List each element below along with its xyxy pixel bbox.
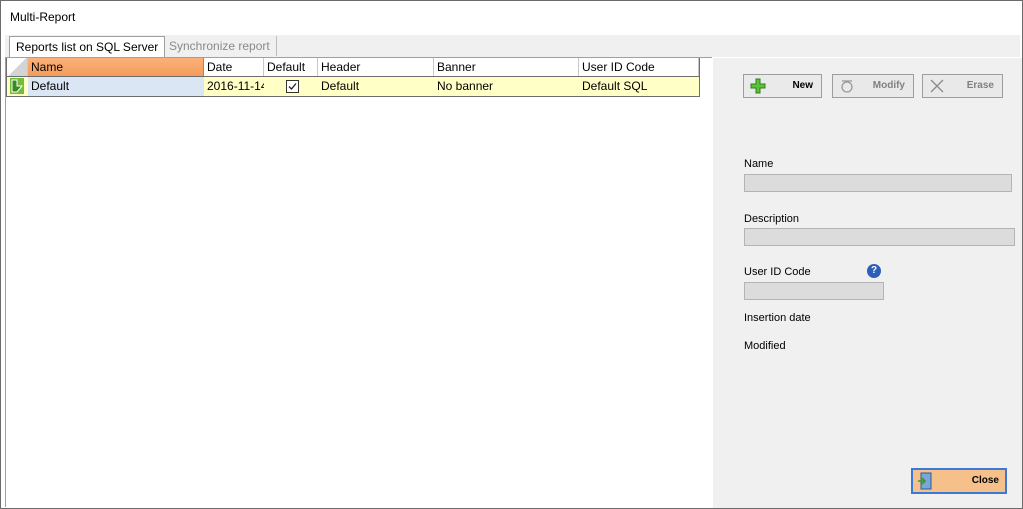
tab-strip: Reports list on SQL Server Synchronize r… — [5, 35, 1020, 58]
description-field[interactable] — [744, 228, 1015, 246]
tab-reports-list[interactable]: Reports list on SQL Server — [9, 36, 166, 58]
title-bar: Multi-Report — [1, 1, 1022, 33]
user-id-code-field[interactable] — [744, 282, 884, 300]
modify-button[interactable]: Modify — [832, 74, 914, 98]
column-header-banner[interactable]: Banner — [434, 58, 579, 76]
cell-user-id-code: Default SQL — [582, 79, 648, 93]
column-header-name[interactable]: Name — [28, 58, 204, 76]
close-icon — [929, 78, 945, 94]
cell-name: Default — [28, 77, 204, 96]
main-window: Multi-Report Reports list on SQL Server … — [0, 0, 1023, 509]
reports-grid: Name Date Default Header Banner User ID … — [6, 58, 700, 97]
cell-banner: No banner — [437, 79, 494, 93]
insertion-date-label: Insertion date — [744, 312, 811, 324]
column-header-default[interactable]: Default — [264, 58, 318, 76]
name-field[interactable] — [744, 174, 1012, 192]
cell-date: 2016-11-14 — [207, 79, 264, 93]
report-row-icon — [10, 78, 24, 94]
default-checkbox[interactable] — [286, 80, 299, 93]
erase-button[interactable]: Erase — [922, 74, 1003, 98]
close-button[interactable]: Close — [911, 468, 1007, 494]
plus-icon — [750, 78, 766, 94]
user-id-code-label: User ID Code — [744, 266, 811, 278]
close-button-label: Close — [971, 475, 999, 486]
details-panel: New Modify Erase Name Description User I… — [713, 58, 1022, 508]
edit-icon — [839, 78, 855, 94]
reports-grid-area: Name Date Default Header Banner User ID … — [5, 57, 712, 507]
column-header-header[interactable]: Header — [318, 58, 434, 76]
column-header-user-id-code[interactable]: User ID Code — [579, 58, 699, 76]
select-all-corner[interactable] — [7, 58, 28, 76]
table-row[interactable]: Default 2016-11-14 Default No banner Def… — [7, 77, 699, 96]
window-title: Multi-Report — [10, 10, 76, 24]
new-button-label: New — [792, 80, 813, 91]
new-button[interactable]: New — [743, 74, 822, 98]
cell-header: Default — [321, 79, 360, 93]
row-selector[interactable] — [7, 77, 28, 96]
grid-header-row: Name Date Default Header Banner User ID … — [7, 58, 699, 77]
exit-door-icon — [917, 472, 933, 490]
erase-button-label: Erase — [966, 80, 994, 91]
column-header-date[interactable]: Date — [204, 58, 264, 76]
name-label: Name — [744, 158, 774, 170]
modified-label: Modified — [744, 340, 786, 352]
help-icon[interactable]: ? — [867, 264, 881, 278]
modify-button-label: Modify — [872, 80, 905, 91]
tab-synchronize-report[interactable]: Synchronize report — [163, 36, 277, 56]
cell-default[interactable] — [264, 77, 318, 96]
description-label: Description — [744, 213, 800, 225]
